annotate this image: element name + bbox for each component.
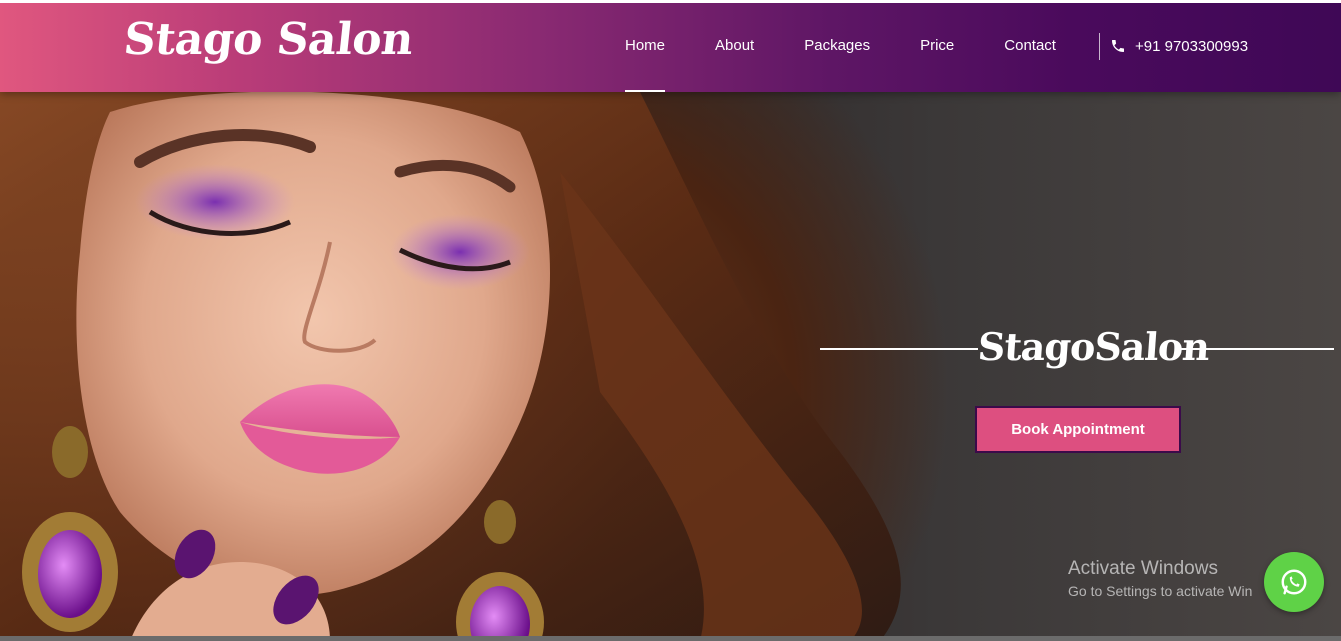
site-header: Stago Salon Home About Packages Price Co… bbox=[0, 0, 1341, 92]
nav-about[interactable]: About bbox=[715, 0, 754, 92]
windows-activation-watermark: Activate Windows Go to Settings to activ… bbox=[1068, 558, 1252, 599]
whatsapp-button[interactable] bbox=[1264, 552, 1324, 612]
nav-packages[interactable]: Packages bbox=[804, 0, 870, 92]
activation-title: Activate Windows bbox=[1068, 558, 1218, 579]
phone-link[interactable]: +91 9703300993 bbox=[1110, 0, 1248, 92]
phone-number: +91 9703300993 bbox=[1135, 37, 1249, 55]
main-nav: Home About Packages Price Contact bbox=[600, 0, 1081, 92]
title-line-right bbox=[1176, 348, 1334, 350]
book-appointment-button[interactable]: Book Appointment bbox=[975, 406, 1181, 453]
activation-subtitle: Go to Settings to activate Win bbox=[1068, 583, 1253, 599]
whatsapp-icon bbox=[1281, 569, 1307, 595]
nav-contact[interactable]: Contact bbox=[1004, 0, 1056, 92]
nav-home[interactable]: Home bbox=[625, 0, 666, 92]
phone-icon bbox=[1112, 40, 1124, 52]
nav-divider bbox=[1099, 33, 1100, 60]
hero-title-group: StagoSalon bbox=[820, 320, 1334, 380]
hero-banner: StagoSalon Book Appointment Activate Win… bbox=[0, 92, 1341, 641]
site-logo[interactable]: Stago Salon bbox=[121, 14, 415, 65]
bottom-scroll-strip bbox=[0, 636, 1341, 641]
nav-price[interactable]: Price bbox=[920, 0, 954, 92]
title-line-left bbox=[820, 348, 978, 350]
hero-title: StagoSalon bbox=[976, 324, 1211, 369]
page: Stago Salon Home About Packages Price Co… bbox=[0, 0, 1341, 641]
